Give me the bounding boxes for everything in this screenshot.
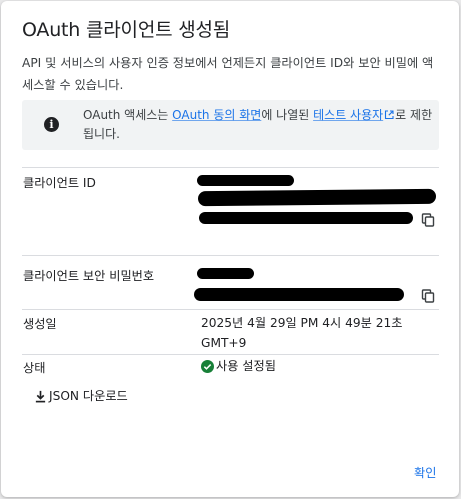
client-id-label: 클라이언트 ID: [23, 176, 96, 190]
info-text-middle: 에 나열된: [261, 108, 314, 122]
client-secret-redacted-line-1: [197, 268, 254, 279]
dialog-title: OAuth 클라이언트 생성됨: [22, 19, 231, 41]
status-label: 상태: [23, 361, 46, 375]
oauth-client-created-dialog: OAuth 클라이언트 생성됨 API 및 서비스의 사용자 인증 정보에서 언…: [1, 1, 459, 497]
download-json-label: JSON 다운로드: [49, 389, 128, 403]
confirm-button[interactable]: 확인: [414, 463, 436, 481]
check-circle-icon: [201, 360, 214, 373]
created-date-value: 2025년 4월 29일 PM 4시 49분 21초 GMT+9: [201, 316, 403, 350]
dialog-description: API 및 서비스의 사용자 인증 정보에서 언제든지 클라이언트 ID와 보안…: [22, 56, 434, 92]
status-value-text: 사용 설정됨: [216, 359, 276, 373]
client-id-redacted-line-2: [197, 188, 437, 207]
client-secret-row: 클라이언트 보안 비밀번호: [22, 255, 439, 309]
status-value: 사용 설정됨: [201, 356, 276, 376]
copy-icon: [421, 289, 435, 303]
copy-client-id-button[interactable]: [418, 210, 438, 230]
client-secret-redacted-line-2: [194, 288, 404, 301]
info-text-before: OAuth 액세스는: [83, 108, 173, 122]
test-users-link[interactable]: 테스트 사용자: [313, 108, 395, 122]
client-id-redacted-line-3: [199, 212, 413, 224]
created-date-row: 생성일 2025년 4월 29일 PM 4시 49분 21초 GMT+9: [22, 309, 439, 354]
info-icon: i: [44, 117, 59, 132]
test-users-link-label: 테스트 사용자: [313, 108, 384, 122]
download-json-button[interactable]: JSON 다운로드: [34, 386, 128, 404]
client-secret-label: 클라이언트 보안 비밀번호: [23, 269, 155, 283]
download-icon: [35, 390, 46, 403]
client-id-redacted-line-1: [197, 175, 294, 186]
info-notice-text: OAuth 액세스는 OAuth 동의 화면에 나열된 테스트 사용자 로 제한됩…: [83, 106, 433, 144]
copy-client-secret-button[interactable]: [418, 286, 438, 306]
created-date-label: 생성일: [23, 317, 57, 331]
copy-icon: [421, 213, 435, 227]
status-row: 상태 사용 설정됨: [22, 354, 439, 378]
oauth-consent-screen-link[interactable]: OAuth 동의 화면: [172, 108, 261, 122]
external-link-icon: [385, 110, 394, 120]
info-notice: i OAuth 액세스는 OAuth 동의 화면에 나열된 테스트 사용자 로 제…: [22, 100, 439, 150]
client-id-row: 클라이언트 ID: [22, 167, 439, 255]
